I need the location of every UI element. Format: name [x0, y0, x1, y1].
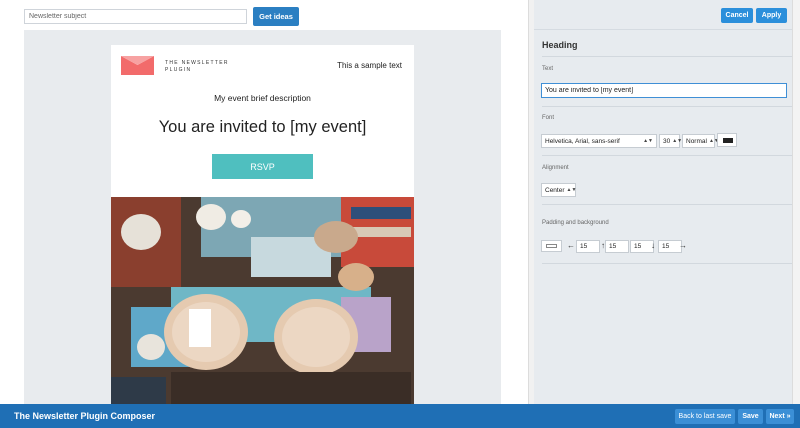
- get-ideas-button[interactable]: Get ideas: [253, 7, 299, 26]
- font-field-label: Font: [542, 115, 555, 121]
- save-button[interactable]: Save: [738, 409, 763, 424]
- newsletter-subject-input[interactable]: [24, 9, 247, 24]
- alignment-select[interactable]: Center ▲▼: [541, 183, 576, 197]
- table-setting-image: [111, 197, 414, 404]
- color-swatch-icon: [723, 138, 733, 143]
- properties-panel: Cancel Apply Heading Text Font Helvetica…: [534, 0, 800, 404]
- font-family-select[interactable]: Helvetica, Arial, sans-serif ▲▼: [541, 134, 657, 148]
- panel-scrollbar[interactable]: [792, 0, 800, 404]
- font-size-value: 30: [663, 137, 671, 145]
- email-heading[interactable]: You are invited to [my event]: [111, 118, 414, 137]
- sample-text[interactable]: This a sample text: [337, 61, 402, 70]
- event-table-photo[interactable]: [111, 197, 414, 404]
- back-to-last-save-button[interactable]: Back to last save: [675, 409, 735, 424]
- color-swatch-icon: [546, 244, 557, 248]
- font-weight-select[interactable]: Normal ▲▼: [682, 134, 719, 148]
- font-family-value: Helvetica, Arial, sans-serif: [545, 137, 620, 145]
- divider: [542, 263, 792, 264]
- event-brief-description[interactable]: My event brief description: [111, 93, 414, 103]
- padding-left-input[interactable]: [576, 240, 600, 253]
- arrow-left-icon: ←: [567, 241, 575, 250]
- up-down-arrows-icon: ▲▼: [566, 187, 577, 193]
- email-preview: THE NEWSLETTER PLUGIN This a sample text…: [111, 45, 414, 404]
- up-down-arrows-icon: ▲▼: [643, 138, 653, 144]
- next-button[interactable]: Next »: [766, 409, 794, 424]
- panel-toolbar: Cancel Apply: [534, 0, 800, 30]
- font-weight-value: Normal: [686, 137, 707, 145]
- divider: [542, 155, 792, 156]
- logo-text: THE NEWSLETTER PLUGIN: [165, 60, 229, 73]
- alignment-value: Center: [545, 186, 565, 194]
- heading-text-input[interactable]: [541, 83, 787, 98]
- email-canvas: THE NEWSLETTER PLUGIN This a sample text…: [24, 30, 501, 404]
- text-field-label: Text: [542, 66, 554, 72]
- editor-area: Get ideas THE NEWSLETTER PLUGIN This a s…: [0, 0, 528, 404]
- font-color-picker[interactable]: [717, 133, 737, 147]
- divider: [542, 106, 792, 107]
- background-color-picker[interactable]: [541, 240, 562, 252]
- up-down-arrows-icon: ▲▼: [672, 138, 683, 144]
- divider: [542, 56, 792, 57]
- font-size-select[interactable]: 30 ▲▼: [659, 134, 683, 148]
- arrow-right-icon: →: [679, 241, 687, 250]
- composer-bottom-bar: The Newsletter Plugin Composer Back to l…: [0, 404, 800, 428]
- divider: [542, 204, 792, 205]
- alignment-field-label: Alignment: [542, 165, 569, 171]
- envelope-logo-icon: [121, 56, 154, 75]
- cancel-button[interactable]: Cancel: [721, 8, 753, 23]
- app-title: The Newsletter Plugin Composer: [14, 411, 156, 421]
- padding-top-input[interactable]: [605, 240, 629, 253]
- panel-section-title: Heading: [542, 40, 578, 50]
- apply-button[interactable]: Apply: [756, 8, 787, 23]
- rsvp-button[interactable]: RSVP: [212, 154, 313, 179]
- arrow-down-icon: ↓: [651, 241, 655, 250]
- padding-field-label: Padding and background: [542, 220, 609, 226]
